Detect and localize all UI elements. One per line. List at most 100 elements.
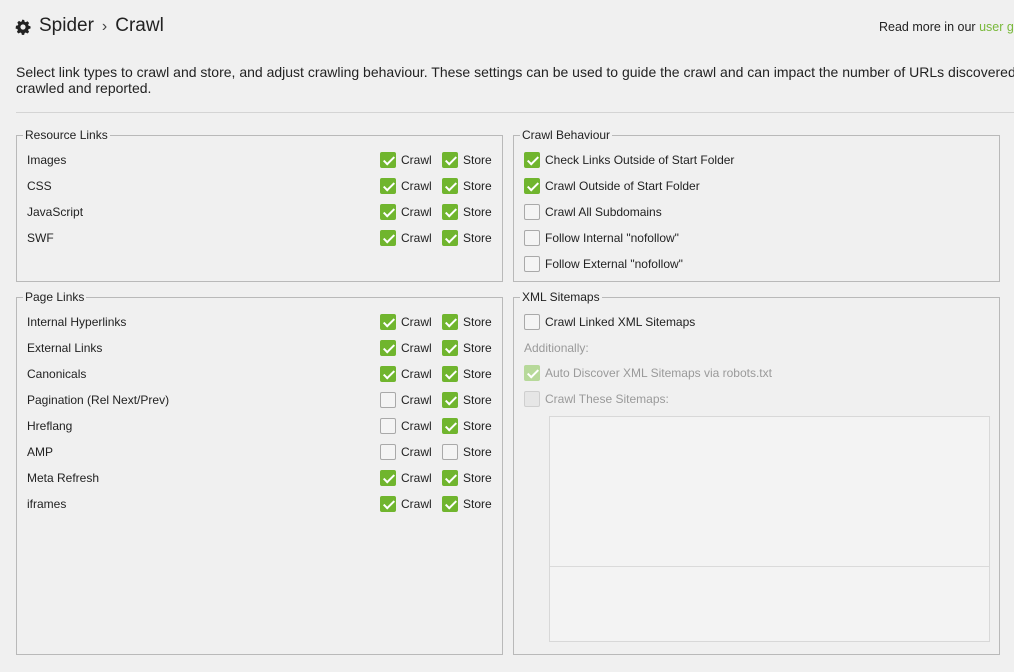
resource-swf-crawl-label: Crawl — [401, 231, 432, 245]
page-iframes-store-label: Store — [463, 497, 492, 511]
follow-external-nofollow-label: Follow External "nofollow" — [545, 257, 683, 271]
page-iframes-label: iframes — [27, 497, 67, 511]
readmore-prefix: Read more in our — [879, 20, 980, 34]
page-internal-hyperlinks-label: Internal Hyperlinks — [27, 315, 127, 329]
crawl-outside-of-start-folder-checkbox[interactable] — [524, 178, 540, 194]
page-header: Spider › Crawl Read more in our user guide — [0, 0, 1014, 56]
resource-javascript-crawl-checkbox[interactable] — [380, 204, 396, 220]
page-hreflang-store-label: Store — [463, 419, 492, 433]
follow-internal-nofollow-checkbox[interactable] — [524, 230, 540, 246]
gear-icon — [15, 19, 31, 35]
resource-javascript-store-checkbox[interactable] — [442, 204, 458, 220]
crawl-behaviour-group: Crawl Behaviour Check Links Outside of S… — [513, 128, 1000, 282]
description-line-1: Select link types to crawl and store, an… — [16, 64, 1014, 80]
check-links-outside-of-start-folder-checkbox[interactable] — [524, 152, 540, 168]
page-meta-refresh-crawl-checkbox[interactable] — [380, 470, 396, 486]
crawl-linked-xml-sitemaps-checkbox[interactable] — [524, 314, 540, 330]
follow-internal-nofollow-label: Follow Internal "nofollow" — [545, 231, 679, 245]
resource-css-store-label: Store — [463, 179, 492, 193]
page-meta-refresh-crawl-label: Crawl — [401, 471, 432, 485]
page-pagination-rel-next-prev-label: Pagination (Rel Next/Prev) — [27, 393, 170, 407]
resource-links-group: Resource Links Images Crawl Store CSS Crawl S… — [16, 128, 503, 282]
page-meta-refresh-store-label: Store — [463, 471, 492, 485]
readmore-text: Read more in our user guide — [879, 20, 1014, 34]
page-links-group: Page Links Internal Hyperlinks Crawl Store… — [16, 290, 503, 655]
crawl-all-subdomains-checkbox[interactable] — [524, 204, 540, 220]
page-meta-refresh-label: Meta Refresh — [27, 471, 100, 485]
resource-images-crawl-label: Crawl — [401, 153, 432, 167]
user-guide-link[interactable]: user guide — [979, 20, 1014, 34]
page-amp-crawl-label: Crawl — [401, 445, 432, 459]
resource-javascript-store-label: Store — [463, 205, 492, 219]
resource-swf-label: SWF — [27, 231, 54, 245]
page-internal-hyperlinks-store-checkbox[interactable] — [442, 314, 458, 330]
resource-swf-crawl-checkbox[interactable] — [380, 230, 396, 246]
page-amp-label: AMP — [27, 445, 54, 459]
page-internal-hyperlinks-crawl-label: Crawl — [401, 315, 432, 329]
follow-external-nofollow-checkbox[interactable] — [524, 256, 540, 272]
page-hreflang-crawl-checkbox[interactable] — [380, 418, 396, 434]
page-pagination-rel-next-prev-store-label: Store — [463, 393, 492, 407]
page-pagination-rel-next-prev-crawl-checkbox[interactable] — [380, 392, 396, 408]
resource-links-title: Resource Links — [23, 128, 110, 142]
divider — [16, 112, 1014, 113]
page-description: Select link types to crawl and store, an… — [16, 64, 1014, 96]
resource-css-store-checkbox[interactable] — [442, 178, 458, 194]
auto-discover-sitemaps-label: Auto Discover XML Sitemaps via robots.tx… — [545, 366, 772, 380]
page-canonicals-label: Canonicals — [27, 367, 87, 381]
crawl-linked-xml-sitemaps-label: Crawl Linked XML Sitemaps — [545, 315, 696, 329]
page-canonicals-crawl-label: Crawl — [401, 367, 432, 381]
resource-images-crawl-checkbox[interactable] — [380, 152, 396, 168]
page-internal-hyperlinks-crawl-checkbox[interactable] — [380, 314, 396, 330]
resource-images-label: Images — [27, 153, 67, 167]
additionally-label: Additionally: — [524, 341, 589, 355]
auto-discover-sitemaps-checkbox[interactable] — [524, 365, 540, 381]
page-iframes-crawl-checkbox[interactable] — [380, 496, 396, 512]
breadcrumb-crawl: Crawl — [115, 15, 164, 36]
page-hreflang-label: Hreflang — [27, 419, 73, 433]
crawl-outside-of-start-folder-label: Crawl Outside of Start Folder — [545, 179, 700, 193]
resource-images-store-checkbox[interactable] — [442, 152, 458, 168]
xml-sitemaps-group: XML Sitemaps Crawl Linked XML Sitemaps A… — [513, 290, 1000, 655]
breadcrumb-spider[interactable]: Spider — [39, 15, 94, 36]
resource-swf-store-checkbox[interactable] — [442, 230, 458, 246]
page-external-links-crawl-label: Crawl — [401, 341, 432, 355]
resource-swf-store-label: Store — [463, 231, 492, 245]
page-meta-refresh-store-checkbox[interactable] — [442, 470, 458, 486]
resource-css-crawl-checkbox[interactable] — [380, 178, 396, 194]
page-external-links-store-label: Store — [463, 341, 492, 355]
page-pagination-rel-next-prev-store-checkbox[interactable] — [442, 392, 458, 408]
page-internal-hyperlinks-store-label: Store — [463, 315, 492, 329]
page-links-title: Page Links — [23, 290, 87, 304]
resource-javascript-crawl-label: Crawl — [401, 205, 432, 219]
crawl-all-subdomains-label: Crawl All Subdomains — [545, 205, 662, 219]
page-canonicals-crawl-checkbox[interactable] — [380, 366, 396, 382]
page-external-links-crawl-checkbox[interactable] — [380, 340, 396, 356]
crawl-behaviour-title: Crawl Behaviour — [520, 128, 613, 142]
sitemaps-textarea[interactable] — [549, 416, 990, 642]
page-hreflang-store-checkbox[interactable] — [442, 418, 458, 434]
page-external-links-store-checkbox[interactable] — [442, 340, 458, 356]
page-amp-store-label: Store — [463, 445, 492, 459]
breadcrumb: Spider › Crawl — [39, 15, 164, 37]
crawl-these-sitemaps-label: Crawl These Sitemaps: — [545, 392, 669, 406]
page-hreflang-crawl-label: Crawl — [401, 419, 432, 433]
textarea-divider — [550, 566, 989, 567]
resource-images-store-label: Store — [463, 153, 492, 167]
page-iframes-crawl-label: Crawl — [401, 497, 432, 511]
resource-css-crawl-label: Crawl — [401, 179, 432, 193]
description-line-2: crawled and reported. — [16, 80, 152, 96]
page-pagination-rel-next-prev-crawl-label: Crawl — [401, 393, 432, 407]
page-amp-store-checkbox[interactable] — [442, 444, 458, 460]
page-iframes-store-checkbox[interactable] — [442, 496, 458, 512]
page-canonicals-store-checkbox[interactable] — [442, 366, 458, 382]
breadcrumb-separator: › — [101, 18, 108, 35]
resource-css-label: CSS — [27, 179, 52, 193]
xml-sitemaps-title: XML Sitemaps — [520, 290, 602, 304]
page-canonicals-store-label: Store — [463, 367, 492, 381]
resource-javascript-label: JavaScript — [27, 205, 84, 219]
page-external-links-label: External Links — [27, 341, 103, 355]
check-links-outside-of-start-folder-label: Check Links Outside of Start Folder — [545, 153, 735, 167]
page-amp-crawl-checkbox[interactable] — [380, 444, 396, 460]
crawl-these-sitemaps-checkbox[interactable] — [524, 391, 540, 407]
